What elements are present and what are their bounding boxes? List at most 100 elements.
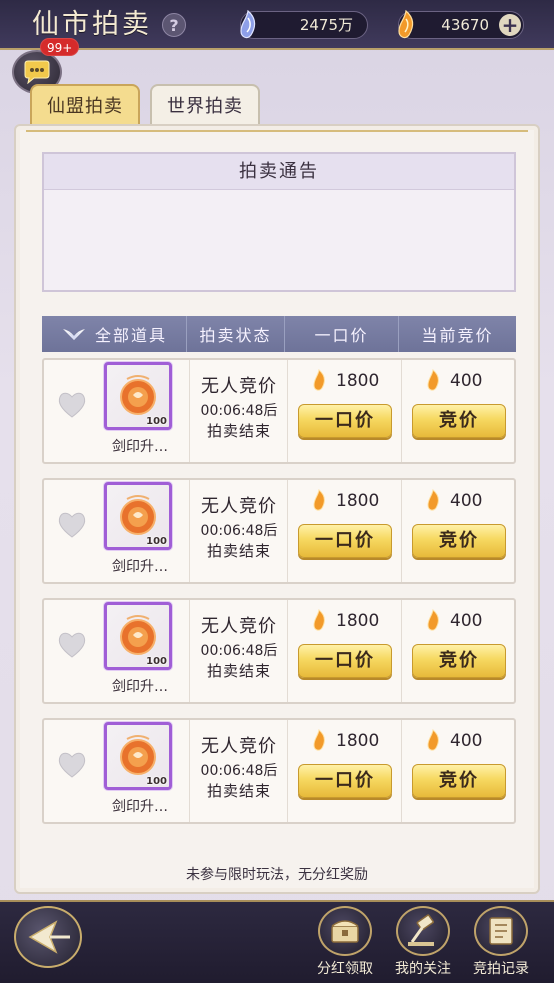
fire-gem-icon xyxy=(313,729,325,751)
auction-row: 100 剑印升… 无人竞价 00:06:48后 拍卖结束 1800 一口价 40… xyxy=(42,718,516,824)
fire-gem-icon xyxy=(398,9,414,39)
bid-price-value: 400 xyxy=(450,491,483,511)
bottom-bar: 分红领取 我的关注 竞拍记录 xyxy=(0,900,554,983)
item-icon-frame[interactable]: 100 xyxy=(104,722,172,790)
fire-gem-icon xyxy=(427,729,439,751)
back-arrow-icon xyxy=(28,920,70,954)
recharge-plus-button[interactable]: + xyxy=(499,14,521,36)
bid-status: 无人竞价 xyxy=(201,376,277,397)
buyout-price: 1800 xyxy=(310,608,379,634)
bid-button[interactable]: 竞价 xyxy=(412,764,506,798)
tab-league-auction[interactable]: 仙盟拍卖 xyxy=(30,84,140,126)
dividend-notice: 未参与限时玩法，无分红奖励 xyxy=(186,867,368,883)
bid-price: 400 xyxy=(424,488,482,514)
auction-end-text: 拍卖结束 xyxy=(206,662,271,680)
buyout-cell: 1800 一口价 xyxy=(287,600,401,702)
buyout-button[interactable]: 一口价 xyxy=(298,404,392,438)
bb-circle xyxy=(474,906,528,956)
buyout-price-value: 1800 xyxy=(336,371,380,391)
filter-wings-icon xyxy=(62,329,85,340)
filter-all-items[interactable]: 全部道具 xyxy=(42,316,187,352)
bid-status: 无人竞价 xyxy=(201,616,277,637)
status-cell: 无人竞价 00:06:48后 拍卖结束 xyxy=(189,360,287,462)
bid-button[interactable]: 竞价 xyxy=(412,404,506,438)
countdown-time: 00:06:48后 xyxy=(200,643,278,659)
countdown-time: 00:06:48后 xyxy=(200,403,278,419)
buyout-button[interactable]: 一口价 xyxy=(298,764,392,798)
buyout-price: 1800 xyxy=(310,368,379,394)
bid-price: 400 xyxy=(424,728,482,754)
fire-gem-icon xyxy=(313,489,325,511)
favorite-heart-icon[interactable] xyxy=(56,390,88,420)
header-current-bid: 当前竞价 xyxy=(421,326,494,345)
item-icon-frame[interactable]: 100 xyxy=(104,482,172,550)
buyout-price-value: 1800 xyxy=(336,731,380,751)
chat-unread-badge: 99+ xyxy=(40,38,80,56)
jade-amount: 2475万 xyxy=(299,16,353,34)
my-follow-label: 我的关注 xyxy=(395,961,451,977)
bid-price-value: 400 xyxy=(450,371,483,391)
chat-bubble-icon xyxy=(24,60,50,84)
fire-gem-icon xyxy=(427,369,439,391)
buyout-cell: 1800 一口价 xyxy=(287,720,401,822)
item-icon-frame[interactable]: 100 xyxy=(104,362,172,430)
bid-status: 无人竞价 xyxy=(201,736,277,757)
favorite-heart-icon[interactable] xyxy=(56,630,88,660)
bid-price-value: 400 xyxy=(450,611,483,631)
bb-circle xyxy=(396,906,450,956)
dividend-claim-label: 分红领取 xyxy=(317,961,373,977)
bid-record-button[interactable]: 竞拍记录 xyxy=(464,906,538,982)
gold-currency-display: 43670 + xyxy=(398,9,524,39)
bid-button[interactable]: 竞价 xyxy=(412,524,506,558)
item-name: 剑印升… xyxy=(112,439,168,455)
auction-panel: 拍卖通告 全部道具 拍卖状态 一口价 当前竞价 100 剑印升… 无人竞价 00… xyxy=(14,124,540,894)
bid-button[interactable]: 竞价 xyxy=(412,644,506,678)
fire-gem-icon xyxy=(313,609,325,631)
auction-row: 100 剑印升… 无人竞价 00:06:48后 拍卖结束 1800 一口价 40… xyxy=(42,478,516,584)
countdown-time: 00:06:48后 xyxy=(200,523,278,539)
buyout-price-value: 1800 xyxy=(336,491,380,511)
header-all-items: 全部道具 xyxy=(94,326,167,345)
record-book-icon xyxy=(489,917,513,945)
panel-top-border xyxy=(26,130,528,132)
auction-row: 100 剑印升… 无人竞价 00:06:48后 拍卖结束 1800 一口价 40… xyxy=(42,358,516,464)
buyout-button[interactable]: 一口价 xyxy=(298,644,392,678)
item-icon-frame[interactable]: 100 xyxy=(104,602,172,670)
bid-status: 无人竞价 xyxy=(201,496,277,517)
bid-price: 400 xyxy=(424,608,482,634)
tab-world-auction[interactable]: 世界拍卖 xyxy=(150,84,260,126)
item-level: 100 xyxy=(146,536,167,547)
item-level: 100 xyxy=(146,776,167,787)
bid-cell: 400 竞价 xyxy=(401,360,514,462)
my-follow-button[interactable]: 我的关注 xyxy=(386,906,460,982)
buyout-price: 1800 xyxy=(310,728,379,754)
status-cell: 无人竞价 00:06:48后 拍卖结束 xyxy=(189,720,287,822)
back-button[interactable] xyxy=(14,906,82,968)
buyout-button[interactable]: 一口价 xyxy=(298,524,392,558)
bid-cell: 400 竞价 xyxy=(401,480,514,582)
bb-circle xyxy=(318,906,372,956)
bid-price-value: 400 xyxy=(450,731,483,751)
auction-hammer-icon xyxy=(408,914,434,946)
help-button[interactable]: ? xyxy=(162,13,186,37)
jade-currency-display: 2475万 xyxy=(240,9,368,39)
top-bar: 仙市拍卖 ? 2475万 43670 + xyxy=(0,0,554,50)
status-cell: 无人竞价 00:06:48后 拍卖结束 xyxy=(189,600,287,702)
header-buyout-price: 一口价 xyxy=(285,316,399,352)
fire-gem-icon xyxy=(427,609,439,631)
bid-cell: 400 竞价 xyxy=(401,600,514,702)
favorite-heart-icon[interactable] xyxy=(56,510,88,540)
auction-end-text: 拍卖结束 xyxy=(206,422,271,440)
bid-record-label: 竞拍记录 xyxy=(473,961,529,977)
favorite-heart-icon[interactable] xyxy=(56,750,88,780)
bid-cell: 400 竞价 xyxy=(401,720,514,822)
item-name: 剑印升… xyxy=(112,559,168,575)
buyout-price-value: 1800 xyxy=(336,611,380,631)
item-name: 剑印升… xyxy=(112,679,168,695)
buyout-cell: 1800 一口价 xyxy=(287,480,401,582)
dividend-claim-button[interactable]: 分红领取 xyxy=(308,906,382,982)
countdown-time: 00:06:48后 xyxy=(200,763,278,779)
bid-price: 400 xyxy=(424,368,482,394)
fire-gem-icon xyxy=(427,489,439,511)
buyout-cell: 1800 一口价 xyxy=(287,360,401,462)
